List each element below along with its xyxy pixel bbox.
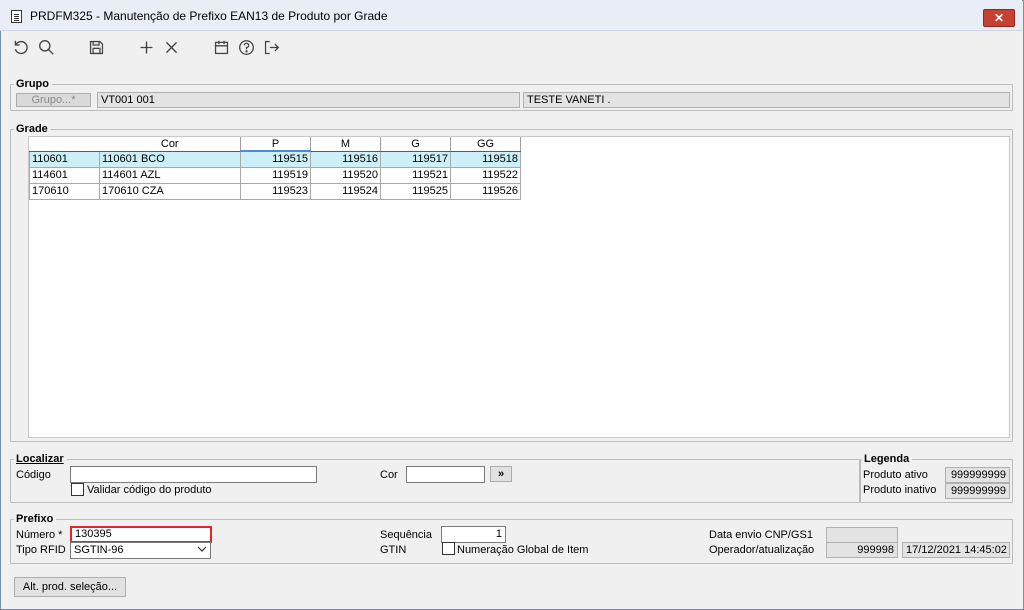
codigo-label: Código [16, 469, 51, 481]
grade-title: Grade [14, 123, 51, 135]
produto-ativo-sample: 999999999 [945, 467, 1010, 483]
row-cor[interactable]: 110601 BCO [99, 150, 241, 168]
cell-m[interactable]: 119524 [310, 182, 381, 200]
grupo-button[interactable]: Grupo...* [16, 93, 91, 107]
localizar-title: Localizar [14, 453, 67, 465]
cell-gg[interactable]: 119522 [450, 166, 521, 184]
grupo-code-field: VT001 001 [97, 92, 520, 108]
grupo-name-field: TESTE VANETI . [523, 92, 1010, 108]
legenda-title: Legenda [862, 453, 913, 465]
grade-header-g[interactable]: G [380, 137, 451, 152]
tipo-rfid-value: SGTIN-96 [74, 544, 124, 556]
cell-m[interactable]: 119516 [310, 150, 381, 168]
gtin-check-label[interactable]: Numeração Global de Item [457, 544, 588, 556]
tipo-rfid-label: Tipo RFID [16, 544, 66, 556]
validar-checkbox[interactable] [71, 483, 84, 496]
row-code[interactable]: 114601 [29, 166, 100, 184]
prefixo-title: Prefixo [14, 513, 57, 525]
sequencia-label: Sequência [380, 529, 432, 541]
close-button[interactable]: ✕ [983, 9, 1015, 27]
grade-header-code [29, 137, 100, 152]
tipo-rfid-select[interactable]: SGTIN-96 [70, 542, 211, 559]
exit-icon[interactable] [261, 37, 281, 57]
cell-p[interactable]: 119515 [240, 150, 311, 168]
grade-header-m[interactable]: M [310, 137, 381, 152]
grade-header-gg[interactable]: GG [450, 137, 521, 152]
help-icon[interactable] [236, 37, 256, 57]
cell-m[interactable]: 119520 [310, 166, 381, 184]
cor-input[interactable] [406, 466, 485, 483]
document-icon [11, 10, 22, 23]
produto-ativo-label: Produto ativo [863, 469, 928, 481]
operador-label: Operador/atualização [709, 544, 815, 556]
cell-g[interactable]: 119525 [380, 182, 451, 200]
operador-field: 999998 [826, 542, 898, 558]
add-icon[interactable] [136, 37, 156, 57]
cell-g[interactable]: 119521 [380, 166, 451, 184]
numero-label: Número * [16, 529, 63, 541]
cell-gg[interactable]: 119518 [450, 150, 521, 168]
data-envio-label: Data envio CNP/GS1 [709, 529, 813, 541]
window-title: PRDFM325 - Manutenção de Prefixo EAN13 d… [30, 9, 388, 23]
refresh-icon[interactable] [10, 37, 30, 57]
cor-label: Cor [380, 469, 398, 481]
produto-inativo-sample: 999999999 [945, 483, 1010, 499]
grupo-title: Grupo [14, 78, 52, 90]
table-row[interactable]: 110601 110601 BCO 119515 119516 119517 1… [29, 150, 521, 168]
row-cor[interactable]: 114601 AZL [99, 166, 241, 184]
codigo-input[interactable] [70, 466, 317, 483]
grade-table: Cor P M G GG 110601 110601 BCO 119515 11… [29, 137, 521, 200]
grade-grid[interactable]: Cor P M G GG 110601 110601 BCO 119515 11… [28, 136, 1010, 438]
localizar-go-button[interactable]: » [490, 466, 512, 482]
cell-p[interactable]: 119523 [240, 182, 311, 200]
numero-input[interactable]: 130395 [70, 526, 212, 543]
grade-header-p[interactable]: P [240, 137, 311, 152]
save-icon[interactable] [86, 37, 106, 57]
row-code[interactable]: 110601 [29, 150, 100, 168]
produto-inativo-label: Produto inativo [863, 484, 937, 496]
gtin-checkbox[interactable] [442, 542, 455, 555]
sequencia-input[interactable]: 1 [441, 526, 506, 543]
delete-icon[interactable] [161, 37, 181, 57]
grade-header-cor[interactable]: Cor [99, 137, 241, 152]
chevron-down-icon [197, 544, 207, 558]
alt-prod-selecao-button[interactable]: Alt. prod. seleção... [14, 577, 126, 597]
cell-p[interactable]: 119519 [240, 166, 311, 184]
gtin-label: GTIN [380, 544, 407, 556]
validar-label[interactable]: Validar código do produto [87, 484, 212, 496]
table-row[interactable]: 170610 170610 CZA 119523 119524 119525 1… [29, 182, 521, 200]
calendar-icon[interactable] [211, 37, 231, 57]
row-code[interactable]: 170610 [29, 182, 100, 200]
data-envio-field [826, 527, 898, 543]
table-row[interactable]: 114601 114601 AZL 119519 119520 119521 1… [29, 166, 521, 184]
row-cor[interactable]: 170610 CZA [99, 182, 241, 200]
cell-gg[interactable]: 119526 [450, 182, 521, 200]
grade-header-row: Cor P M G GG [29, 137, 521, 152]
search-icon[interactable] [36, 37, 56, 57]
atualizacao-field: 17/12/2021 14:45:02 [902, 542, 1010, 558]
cell-g[interactable]: 119517 [380, 150, 451, 168]
